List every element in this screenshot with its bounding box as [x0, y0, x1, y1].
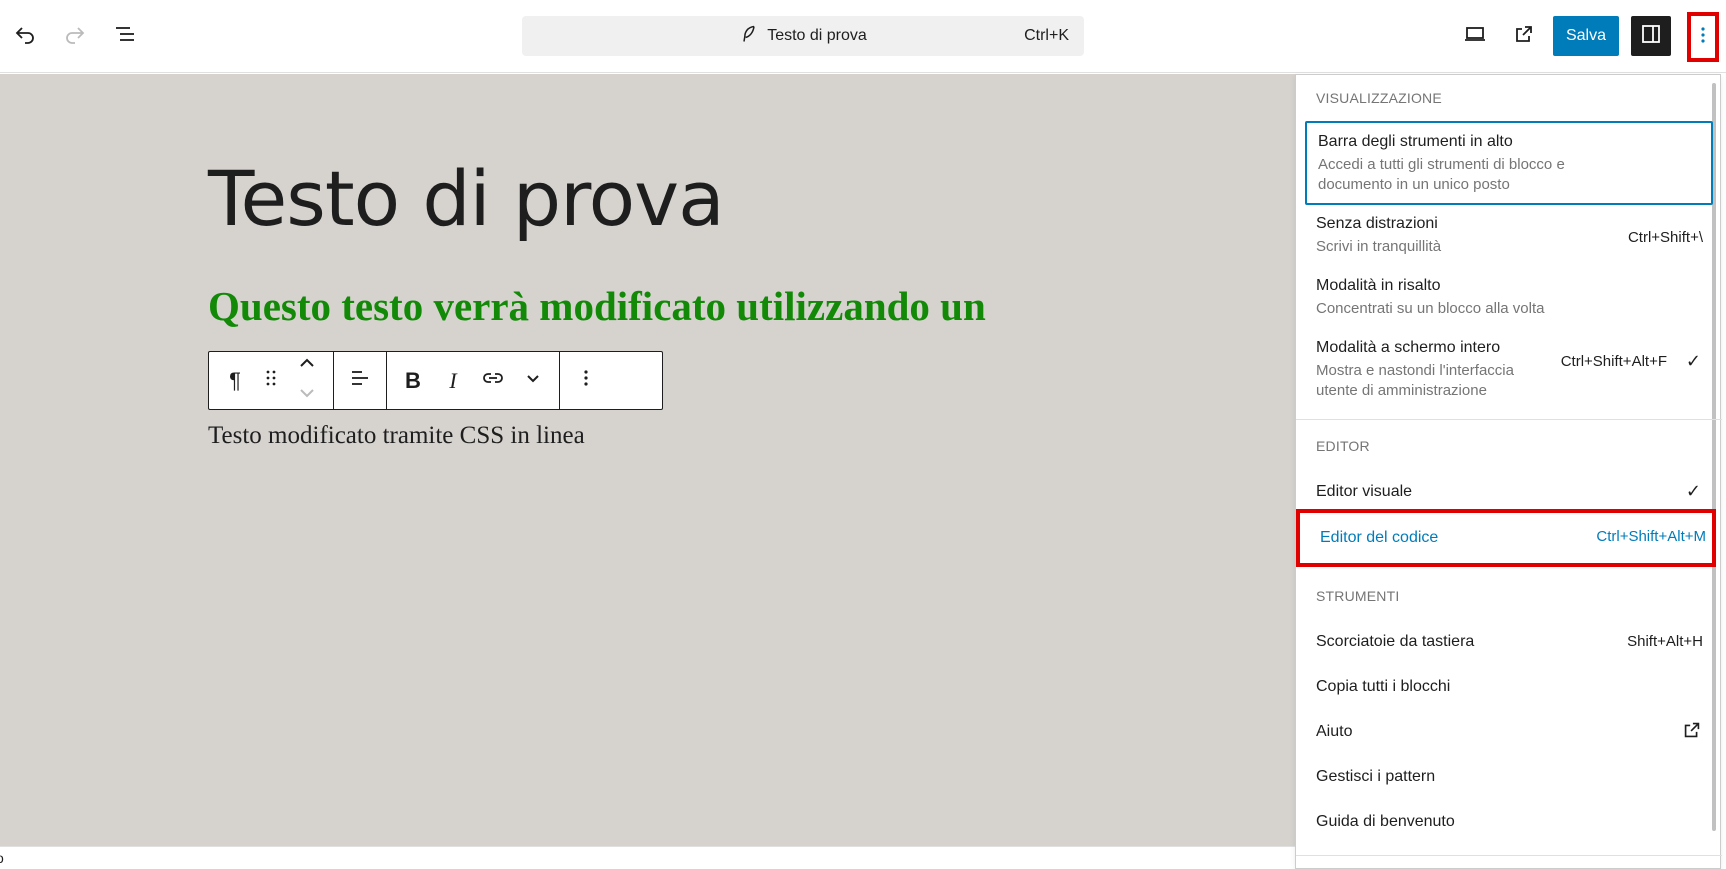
more-formatting-button[interactable]: [513, 357, 553, 405]
redo-icon: [63, 22, 87, 51]
menu-item-label: Aiuto: [1316, 723, 1353, 740]
redo-button[interactable]: [55, 16, 95, 56]
menu-item-label: Modalità in risalto: [1316, 277, 1441, 294]
document-overview-button[interactable]: [105, 16, 145, 56]
settings-button[interactable]: [1631, 16, 1671, 56]
divider: [1296, 419, 1722, 420]
paragraph-block[interactable]: Testo modificato tramite CSS in linea: [208, 422, 585, 450]
footer-text: o: [0, 850, 4, 866]
menu-item-label: Barra degli strumenti in alto: [1318, 133, 1513, 150]
link-button[interactable]: [473, 357, 513, 405]
menu-item-manage-patterns[interactable]: Gestisci i pattern: [1305, 768, 1713, 802]
bold-icon: B: [405, 367, 421, 393]
divider: [1296, 855, 1722, 856]
menu-item-keyboard-shortcuts[interactable]: Scorciatoie da tastiera Shift+Alt+H: [1305, 633, 1713, 667]
link-icon: [481, 366, 505, 396]
undo-button[interactable]: [5, 16, 45, 56]
preview-button[interactable]: [1455, 16, 1495, 56]
menu-item-copy-all-blocks[interactable]: Copia tutti i blocchi: [1305, 678, 1713, 712]
paragraph-icon: ¶: [229, 367, 241, 393]
view-post-button[interactable]: [1504, 16, 1544, 56]
menu-item-label: Editor visuale: [1316, 483, 1413, 500]
external-link-icon: [1512, 22, 1536, 51]
menu-item-shortcut: Shift+Alt+H: [1627, 633, 1703, 650]
external-link-icon: [1681, 719, 1703, 745]
document-title: Testo di prova: [767, 27, 867, 44]
feather-icon: [739, 24, 759, 49]
align-group: [334, 352, 387, 409]
block-switcher-group: ¶: [209, 352, 334, 409]
paragraph-block-button[interactable]: ¶: [215, 357, 255, 405]
chevron-down-icon[interactable]: [295, 381, 319, 411]
italic-icon: I: [449, 367, 457, 393]
menu-item-shortcut: Ctrl+Shift+Alt+M: [1596, 528, 1706, 545]
menu-item-shortcut: Ctrl+Shift+\: [1627, 229, 1703, 246]
menu-item-label: Gestisci i pattern: [1316, 768, 1436, 785]
block-options-button[interactable]: [566, 357, 606, 405]
options-group: [560, 352, 612, 409]
block-toolbar: ¶ B I: [208, 351, 663, 410]
check-icon: ✓: [1685, 351, 1701, 371]
menu-item-label: Guida di benvenuto: [1316, 813, 1455, 830]
align-left-icon: [348, 366, 372, 396]
chevron-up-icon[interactable]: [295, 351, 319, 381]
options-menu-button[interactable]: [1687, 12, 1719, 62]
undo-icon: [13, 22, 37, 51]
menu-item-description: Accedi a tutti gli strumenti di blocco e…: [1318, 156, 1565, 193]
menu-item-description: Mostra e nastondi l'interfaccia utente d…: [1316, 362, 1514, 399]
section-label-editor: EDITOR: [1316, 438, 1370, 454]
bold-button[interactable]: B: [393, 357, 433, 405]
editor-canvas: Testo di prova Questo testo verrà modifi…: [0, 74, 1295, 846]
drag-handle[interactable]: [255, 357, 287, 405]
menu-item-distraction-free[interactable]: Senza distrazioni Scrivi in tranquillità…: [1305, 215, 1713, 271]
sidebar-toggle-icon: [1639, 22, 1663, 51]
post-title[interactable]: Testo di prova: [208, 154, 725, 243]
format-group: B I: [387, 352, 560, 409]
align-button[interactable]: [340, 357, 380, 405]
editor-header: Testo di prova Ctrl+K Salva: [0, 0, 1726, 73]
menu-item-shortcut: Ctrl+Shift+Alt+F: [1560, 353, 1667, 370]
section-label-view: VISUALIZZAZIONE: [1316, 90, 1442, 106]
menu-item-welcome-guide[interactable]: Guida di benvenuto: [1305, 813, 1713, 847]
save-button[interactable]: Salva: [1553, 16, 1619, 56]
menu-item-code-editor[interactable]: Editor del codice Ctrl+Shift+Alt+M: [1296, 509, 1716, 567]
drag-handle-icon: [259, 366, 283, 396]
desktop-icon: [1463, 22, 1487, 51]
command-shortcut: Ctrl+K: [1024, 27, 1069, 44]
options-dropdown: VISUALIZZAZIONE Barra degli strumenti in…: [1295, 74, 1722, 869]
more-vertical-icon: [574, 366, 598, 396]
check-icon: ✓: [1685, 481, 1701, 501]
command-palette-bar[interactable]: Testo di prova Ctrl+K: [522, 16, 1084, 56]
menu-item-description: Concentrati su un blocco alla volta: [1316, 300, 1545, 317]
section-label-tools: STRUMENTI: [1316, 588, 1400, 604]
move-block-buttons[interactable]: [287, 357, 327, 405]
heading-block[interactable]: Questo testo verrà modificato utilizzand…: [208, 282, 986, 330]
menu-item-spotlight[interactable]: Modalità in risalto Concentrati su un bl…: [1305, 277, 1713, 333]
menu-item-help[interactable]: Aiuto: [1305, 722, 1713, 757]
status-footer: o: [0, 846, 1295, 869]
list-view-icon: [113, 22, 137, 51]
italic-button[interactable]: I: [433, 357, 473, 405]
menu-item-label: Copia tutti i blocchi: [1316, 678, 1451, 695]
more-vertical-icon: [1691, 23, 1715, 52]
menu-item-top-toolbar[interactable]: Barra degli strumenti in alto Accedi a t…: [1305, 121, 1713, 205]
menu-item-fullscreen[interactable]: Modalità a schermo intero Mostra e nasto…: [1305, 339, 1713, 409]
chevron-down-icon: [521, 366, 545, 396]
